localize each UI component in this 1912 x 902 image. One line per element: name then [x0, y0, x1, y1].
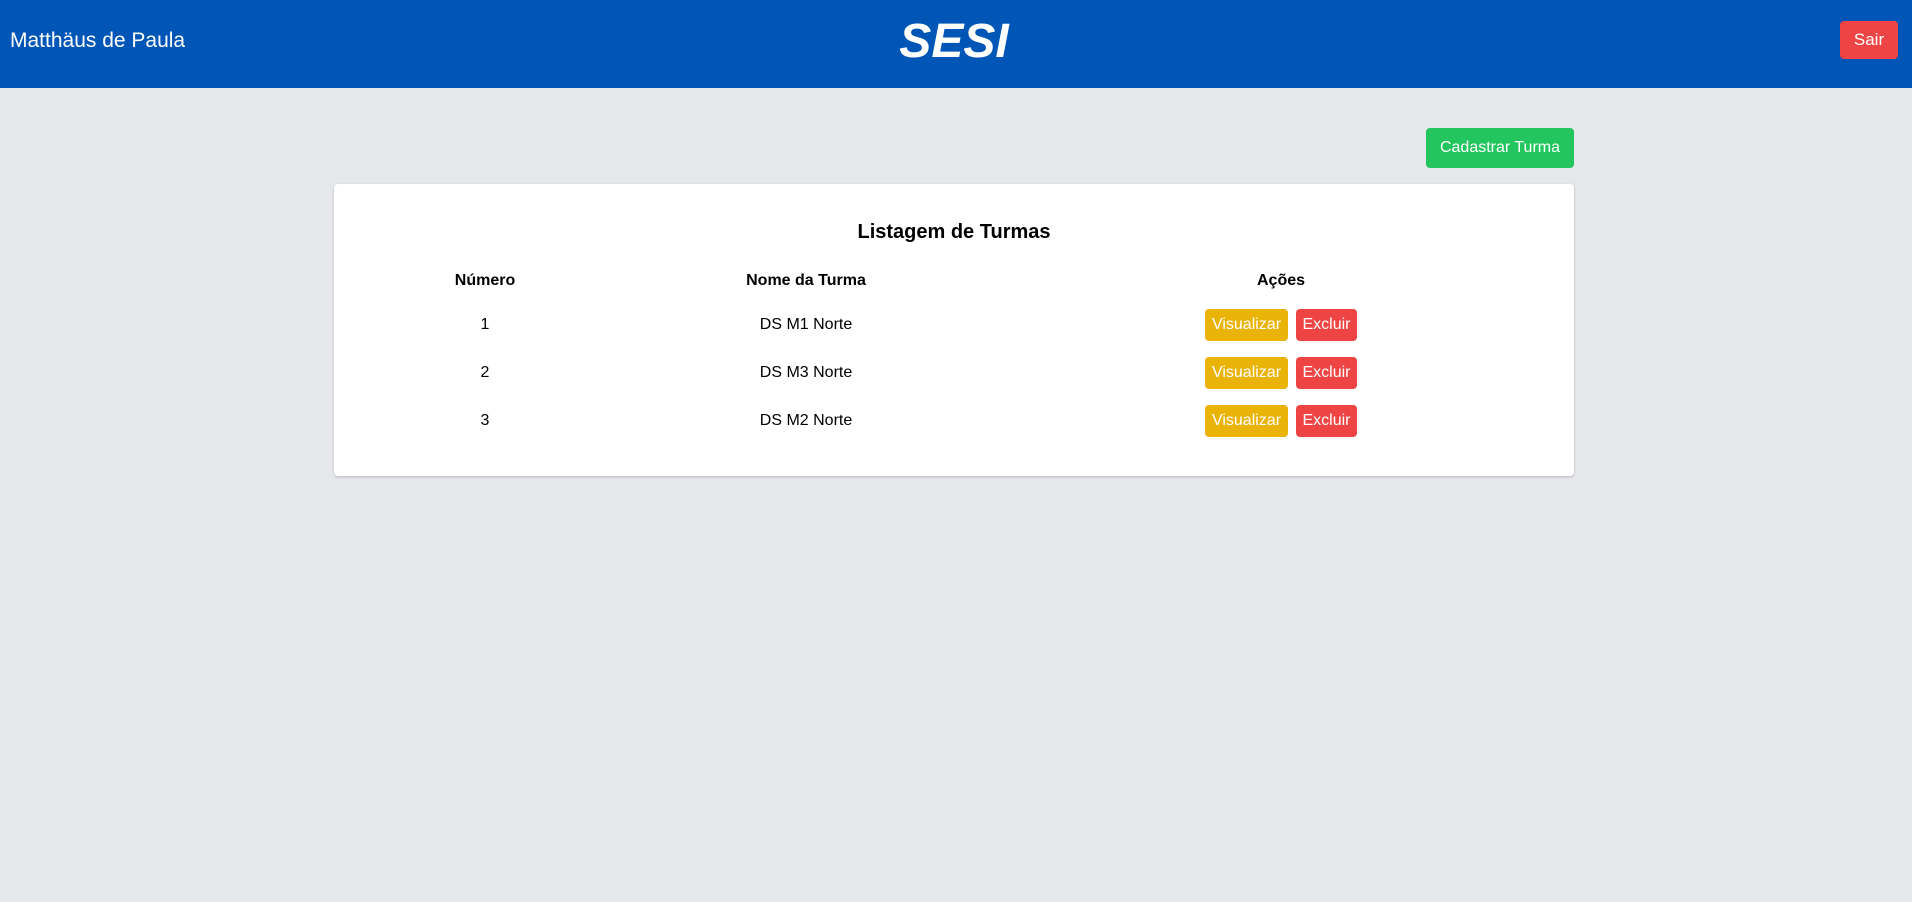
- view-button[interactable]: Visualizar: [1205, 309, 1288, 341]
- row-actions: Visualizar Excluir: [1056, 404, 1506, 438]
- row-class-name: DS M1 Norte: [759, 316, 853, 333]
- view-button[interactable]: Visualizar: [1205, 357, 1288, 389]
- user-name: Matthäus de Paula: [10, 29, 186, 52]
- row-actions: Visualizar Excluir: [1056, 308, 1506, 342]
- column-header-actions: Ações: [1256, 272, 1306, 289]
- row-number: 2: [480, 364, 490, 381]
- logo-text: SESI: [899, 16, 1010, 66]
- page-title: Listagem de Turmas: [857, 221, 1051, 243]
- row-number: 3: [480, 412, 490, 429]
- column-header-number: Número: [454, 272, 516, 289]
- sesi-logo: SESI: [899, 16, 1010, 66]
- add-class-button[interactable]: Cadastrar Turma: [1426, 128, 1574, 168]
- row-actions: Visualizar Excluir: [1056, 356, 1506, 390]
- view-button[interactable]: Visualizar: [1205, 405, 1288, 437]
- table-row: 2 DS M3 Norte Visualizar Excluir: [334, 356, 1574, 390]
- column-header-name: Nome da Turma: [746, 272, 866, 289]
- delete-button[interactable]: Excluir: [1296, 405, 1357, 437]
- table-row: 1 DS M1 Norte Visualizar Excluir: [334, 308, 1574, 342]
- row-class-name: DS M2 Norte: [759, 412, 853, 429]
- row-class-name: DS M3 Norte: [759, 364, 853, 381]
- delete-button[interactable]: Excluir: [1296, 357, 1357, 389]
- delete-button[interactable]: Excluir: [1296, 309, 1357, 341]
- table-row: 3 DS M2 Norte Visualizar Excluir: [334, 404, 1574, 438]
- row-number: 1: [480, 316, 490, 333]
- class-list-card: Listagem de Turmas Número Nome da Turma …: [334, 184, 1574, 476]
- top-header: Matthäus de Paula SESI Sair: [0, 0, 1912, 88]
- logout-button[interactable]: Sair: [1840, 21, 1898, 59]
